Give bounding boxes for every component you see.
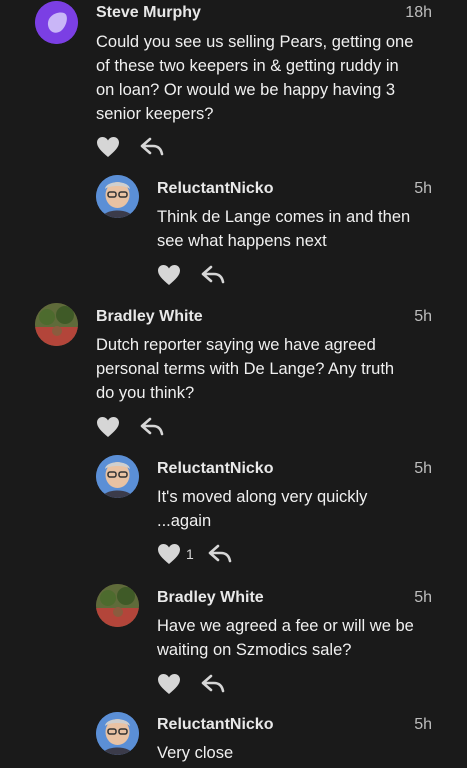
timestamp: 5h <box>414 460 432 477</box>
like-count: 1 <box>186 546 194 562</box>
timestamp: 18h <box>405 4 432 21</box>
comment-text: Very close <box>157 744 234 762</box>
reply-arrow-icon <box>201 265 225 284</box>
comment-actions <box>157 672 225 696</box>
avatar[interactable] <box>35 1 78 44</box>
author-name[interactable]: Steve Murphy <box>96 4 201 22</box>
timestamp: 5h <box>414 716 432 733</box>
comment-reluctantnicko-reply: ReluctantNicko 5h Very close <box>96 712 435 768</box>
comment-bradley-white: Bradley White 5h Dutch reporter saying w… <box>35 303 435 448</box>
reply-arrow-icon <box>201 674 225 693</box>
reply-button[interactable] <box>140 417 164 437</box>
comment-thread: Steve Murphy 18h Could you see us sellin… <box>0 0 467 768</box>
comment-steve-murphy: Steve Murphy 18h Could you see us sellin… <box>35 0 435 165</box>
comment-text: Think de Lange comes in and then see wha… <box>157 208 411 250</box>
author-name[interactable]: ReluctantNicko <box>157 460 273 478</box>
like-button[interactable]: 1 <box>157 543 194 565</box>
timestamp: 5h <box>414 180 432 197</box>
author-name[interactable]: ReluctantNicko <box>157 180 273 198</box>
reply-arrow-icon <box>140 417 164 436</box>
comment-text: Dutch reporter saying we have agreed per… <box>96 336 395 402</box>
heart-icon <box>97 137 119 157</box>
author-name[interactable]: Bradley White <box>96 308 203 326</box>
like-button[interactable] <box>157 264 181 286</box>
memoji-avatar-icon <box>96 455 139 498</box>
timestamp: 5h <box>414 308 432 325</box>
avatar[interactable] <box>96 712 139 755</box>
blob-avatar-icon <box>35 1 78 44</box>
avatar[interactable] <box>35 303 78 346</box>
like-button[interactable] <box>96 136 120 158</box>
comment-reluctantnicko-reply: ReluctantNicko 5h Think de Lange comes i… <box>96 175 435 295</box>
author-name[interactable]: Bradley White <box>157 589 264 607</box>
reply-button[interactable] <box>208 544 232 564</box>
memoji-avatar-icon <box>96 712 139 755</box>
comment-text: Have we agreed a fee or will we be waiti… <box>157 617 414 659</box>
photo-avatar-icon <box>96 584 139 627</box>
timestamp: 5h <box>414 589 432 606</box>
reply-arrow-icon <box>208 544 232 563</box>
reply-button[interactable] <box>201 674 225 694</box>
comment-text: Could you see us selling Pears, getting … <box>96 33 414 123</box>
comment-actions <box>96 415 164 439</box>
like-button[interactable] <box>157 673 181 695</box>
avatar[interactable] <box>96 584 139 627</box>
memoji-avatar-icon <box>96 175 139 218</box>
avatar[interactable] <box>96 175 139 218</box>
heart-icon <box>158 544 180 564</box>
reply-button[interactable] <box>201 265 225 285</box>
comment-actions <box>157 263 225 287</box>
author-name[interactable]: ReluctantNicko <box>157 716 273 734</box>
reply-button[interactable] <box>140 137 164 157</box>
avatar[interactable] <box>96 455 139 498</box>
reply-arrow-icon <box>140 137 164 156</box>
heart-icon <box>97 417 119 437</box>
comment-reluctantnicko-reply: ReluctantNicko 5h It's moved along very … <box>96 455 435 580</box>
like-button[interactable] <box>96 416 120 438</box>
photo-avatar-icon <box>35 303 78 346</box>
comment-text: It's moved along very quickly ...again <box>157 488 368 530</box>
comment-actions: 1 <box>157 542 232 566</box>
comment-actions <box>96 135 164 159</box>
heart-icon <box>158 674 180 694</box>
heart-icon <box>158 265 180 285</box>
comment-bradley-white-reply: Bradley White 5h Have we agreed a fee or… <box>96 584 435 704</box>
